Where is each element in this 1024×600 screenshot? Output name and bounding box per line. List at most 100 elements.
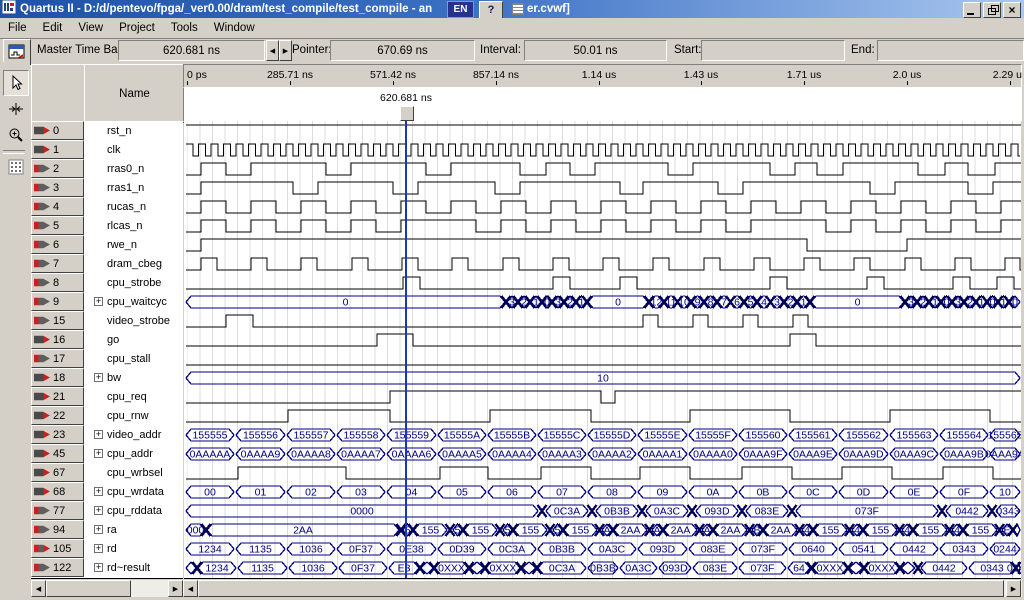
- expand-toggle-bw[interactable]: +: [94, 373, 103, 382]
- signal-number-rst_n[interactable]: 0: [31, 121, 84, 140]
- start-field[interactable]: [701, 40, 845, 61]
- signal-number-cpu_addr[interactable]: 45: [31, 444, 84, 463]
- master-time-bar-field[interactable]: 620.681 ns: [118, 40, 265, 61]
- waveform-row-clk[interactable]: [184, 140, 1021, 159]
- close-button[interactable]: ×: [1003, 2, 1021, 18]
- signal-name-rd~result[interactable]: +rd~result: [84, 558, 183, 577]
- menu-item-view[interactable]: View: [70, 20, 111, 36]
- signal-name-go[interactable]: +go: [84, 330, 183, 349]
- waveform-cpu_waitcyc[interactable]: 03210321012111098765432103210321010: [184, 292, 1021, 311]
- waveform-rd~result[interactable]: 1234113510360F37E30XXX0XXX0C3A0B3B0A3C09…: [184, 558, 1021, 577]
- waveform-row-rras1_n[interactable]: [184, 178, 1021, 197]
- signal-name-cpu_req[interactable]: +cpu_req: [84, 387, 183, 406]
- menu-item-window[interactable]: Window: [206, 20, 263, 36]
- waveform-row-video_strobe[interactable]: [184, 311, 1021, 330]
- signal-name-cpu_rddata[interactable]: +cpu_rddata: [84, 501, 183, 520]
- waveform-row-cpu_rddata[interactable]: 00000C3A0B3B0A3C093D083E073F04420343: [184, 501, 1021, 520]
- marker-band[interactable]: [183, 88, 1022, 121]
- menu-item-file[interactable]: File: [0, 20, 35, 36]
- edit-trim-button[interactable]: [3, 96, 29, 122]
- master-time-marker-handle[interactable]: [400, 106, 414, 121]
- signal-name-rucas_n[interactable]: +rucas_n: [84, 197, 183, 216]
- waveform-row-cpu_stall[interactable]: [184, 349, 1021, 368]
- name-scroll-right-button[interactable]: ▶: [168, 580, 183, 597]
- signal-number-cpu_rnw[interactable]: 22: [31, 406, 84, 425]
- expand-toggle-rd[interactable]: +: [94, 544, 103, 553]
- signal-name-cpu_rnw[interactable]: +cpu_rnw: [84, 406, 183, 425]
- waveform-rras0_n[interactable]: [184, 159, 1021, 178]
- waveform-row-rd[interactable]: 1234113510360F370E380D390C3A0B3B0A3C093D…: [184, 539, 1021, 558]
- signal-number-rucas_n[interactable]: 4: [31, 197, 84, 216]
- waveform-row-video_addr[interactable]: 15555515555615555715555815555915555A1555…: [184, 425, 1021, 444]
- waveform-row-rwe_n[interactable]: [184, 235, 1021, 254]
- waveform-row-go[interactable]: [184, 330, 1021, 349]
- signal-name-dram_cbeg[interactable]: +dram_cbeg: [84, 254, 183, 273]
- signal-name-rras1_n[interactable]: +rras1_n: [84, 178, 183, 197]
- waveform-row-rras0_n[interactable]: [184, 159, 1021, 178]
- waveform-video_strobe[interactable]: [184, 311, 1021, 330]
- signal-name-rwe_n[interactable]: +rwe_n: [84, 235, 183, 254]
- waveform-cpu_rddata[interactable]: 00000C3A0B3B0A3C093D083E073F04420343: [184, 501, 1021, 520]
- expand-toggle-cpu_rddata[interactable]: +: [94, 506, 103, 515]
- waveform-row-rd~result[interactable]: 1234113510360F37E30XXX0XXX0C3A0B3B0A3C09…: [184, 558, 1021, 577]
- signal-name-cpu_addr[interactable]: +cpu_addr: [84, 444, 183, 463]
- waveform-scrollbar[interactable]: ◀ ▶: [183, 580, 1022, 597]
- signal-number-ra[interactable]: 94: [31, 520, 84, 539]
- waveform-row-cpu_waitcyc[interactable]: 03210321012111098765432103210321010: [184, 292, 1021, 311]
- signal-number-cpu_req[interactable]: 21: [31, 387, 84, 406]
- waveform-row-rucas_n[interactable]: [184, 197, 1021, 216]
- signal-number-rlcas_n[interactable]: 5: [31, 216, 84, 235]
- signal-number-cpu_wrbsel[interactable]: 67: [31, 463, 84, 482]
- waveform-row-rlcas_n[interactable]: [184, 216, 1021, 235]
- waveform-row-dram_cbeg[interactable]: [184, 254, 1021, 273]
- signal-name-rras0_n[interactable]: +rras0_n: [84, 159, 183, 178]
- signal-number-cpu_wrdata[interactable]: 68: [31, 482, 84, 501]
- signal-name-cpu_wrdata[interactable]: +cpu_wrdata: [84, 482, 183, 501]
- signal-number-cpu_strobe[interactable]: 8: [31, 273, 84, 292]
- expand-toggle-rd~result[interactable]: +: [94, 563, 103, 572]
- waveform-cpu_wrdata[interactable]: 000102030405060708090A0B0C0D0E0F10: [184, 482, 1021, 501]
- waveform-row-ra[interactable]: 0002AA5155515551555155A2AAA2AAA2AAB2AA41…: [184, 520, 1021, 539]
- name-panel-scrollbar[interactable]: ◀ ▶: [31, 580, 183, 597]
- signal-number-rras0_n[interactable]: 2: [31, 159, 84, 178]
- waveform-row-cpu_wrdata[interactable]: 000102030405060708090A0B0C0D0E0F10: [184, 482, 1021, 501]
- wave-scroll-right-button[interactable]: ▶: [1006, 580, 1021, 597]
- signal-number-rras1_n[interactable]: 3: [31, 178, 84, 197]
- signal-number-video_addr[interactable]: 23: [31, 425, 84, 444]
- waveform-rwe_n[interactable]: [184, 235, 1021, 254]
- signal-number-go[interactable]: 16: [31, 330, 84, 349]
- language-indicator[interactable]: EN: [447, 1, 474, 18]
- name-scroll-thumb[interactable]: [46, 580, 131, 597]
- waveform-rras1_n[interactable]: [184, 178, 1021, 197]
- signal-number-cpu_rddata[interactable]: 77: [31, 501, 84, 520]
- waveform-row-cpu_strobe[interactable]: [184, 273, 1021, 292]
- waveform-row-cpu_addr[interactable]: 0AAAAA0AAAA90AAAA80AAAA70AAAA60AAAA50AAA…: [184, 444, 1021, 463]
- waveform-cpu_req[interactable]: [184, 387, 1021, 406]
- signal-number-video_strobe[interactable]: 15: [31, 311, 84, 330]
- waveform-video_addr[interactable]: 15555515555615555715555815555915555A1555…: [184, 425, 1021, 444]
- signal-name-bw[interactable]: +bw: [84, 368, 183, 387]
- zoom-button[interactable]: [3, 122, 29, 148]
- waveform-cpu_strobe[interactable]: [184, 273, 1021, 292]
- signal-number-rwe_n[interactable]: 6: [31, 235, 84, 254]
- restore-button[interactable]: [983, 2, 1001, 18]
- waveform-dram_cbeg[interactable]: [184, 254, 1021, 273]
- wave-scroll-left-button[interactable]: ◀: [183, 580, 198, 597]
- waveform-bw[interactable]: 10: [184, 368, 1021, 387]
- waveform-cpu_stall[interactable]: [184, 349, 1021, 368]
- signal-name-rd[interactable]: +rd: [84, 539, 183, 558]
- name-scroll-left-button[interactable]: ◀: [31, 580, 46, 597]
- signal-number-dram_cbeg[interactable]: 7: [31, 254, 84, 273]
- signal-name-clk[interactable]: +clk: [84, 140, 183, 159]
- signal-number-rd~result[interactable]: 122: [31, 558, 84, 577]
- end-field[interactable]: [877, 40, 1024, 61]
- waveform-ra[interactable]: 0002AA5155515551555155A2AAA2AAA2AAB2AA41…: [184, 520, 1021, 539]
- waveform-row-bw[interactable]: 10: [184, 368, 1021, 387]
- signal-name-cpu_waitcyc[interactable]: +cpu_waitcyc: [84, 292, 183, 311]
- signal-number-cpu_stall[interactable]: 17: [31, 349, 84, 368]
- menu-item-project[interactable]: Project: [111, 20, 163, 36]
- time-ruler[interactable]: 0 ps285.71 ns571.42 ns857.14 ns1.14 us1.…: [183, 64, 1022, 88]
- signal-name-cpu_stall[interactable]: +cpu_stall: [84, 349, 183, 368]
- signal-number-cpu_waitcyc[interactable]: 9: [31, 292, 84, 311]
- waveform-rd[interactable]: 1234113510360F370E380D390C3A0B3B0A3C093D…: [184, 539, 1021, 558]
